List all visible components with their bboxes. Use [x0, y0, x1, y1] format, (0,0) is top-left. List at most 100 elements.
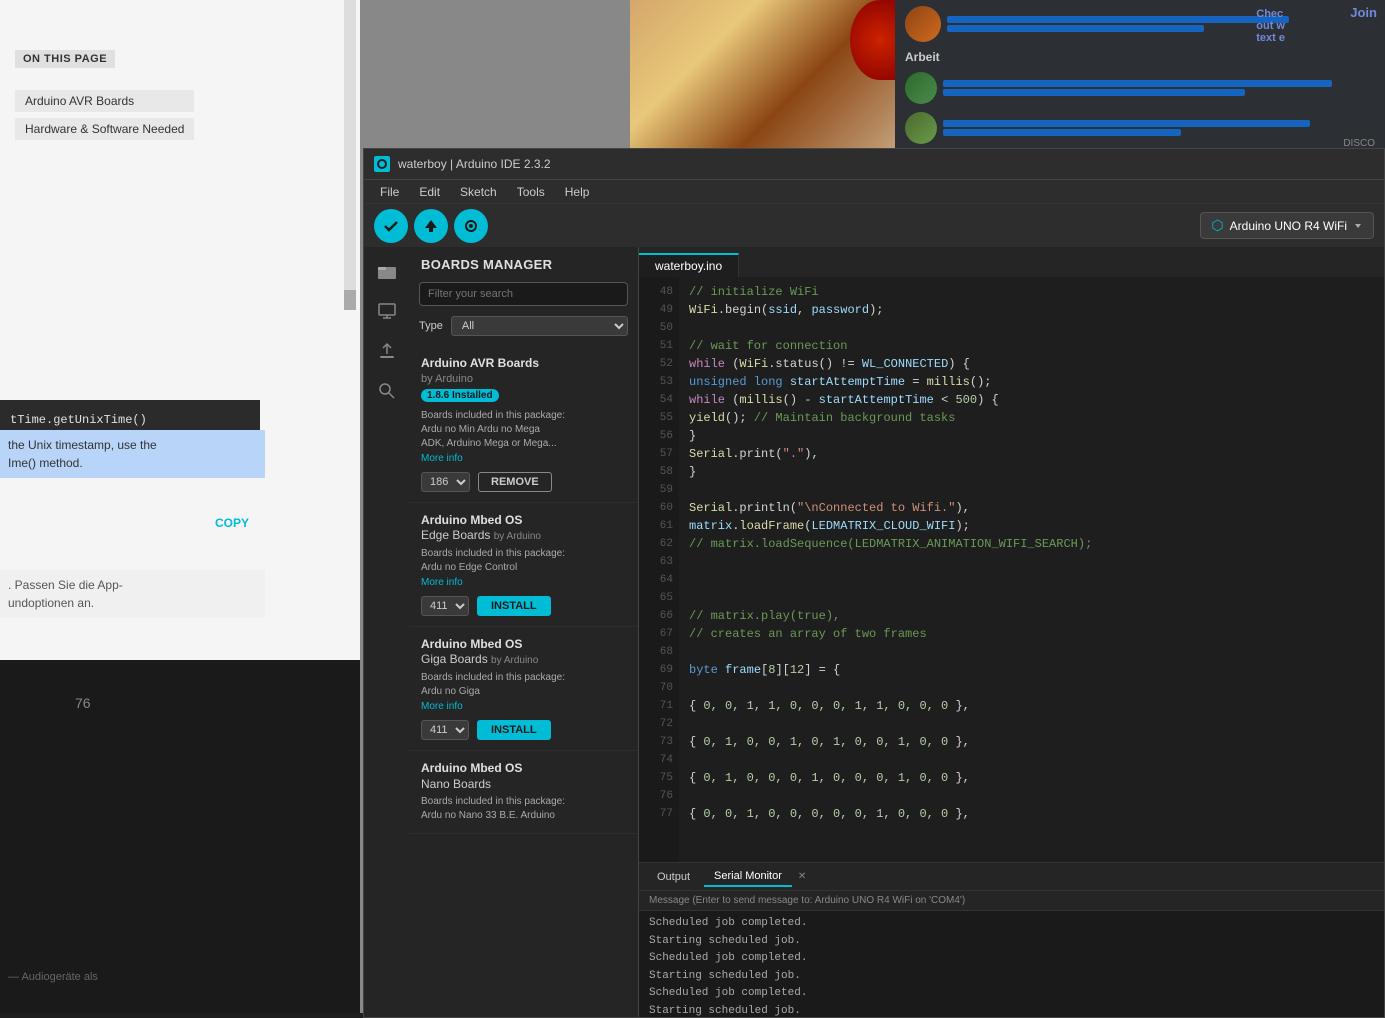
- code-line-54: while (millis() - startAttemptTime < 500…: [689, 391, 1374, 409]
- line-76: 76: [639, 787, 679, 805]
- output-line-2: Starting scheduled job.: [649, 933, 1374, 951]
- code-line-59: [689, 481, 1374, 499]
- board-edge-version[interactable]: 411: [421, 596, 469, 616]
- doc-description: the Unix timestamp, use theIme() method.: [0, 430, 265, 478]
- line-57: 57: [639, 445, 679, 463]
- code-editor[interactable]: // initialize WiFi WiFi.begin(ssid, pass…: [679, 277, 1384, 862]
- boards-search-input[interactable]: [419, 282, 628, 306]
- doc-nav: Arduino AVR Boards Hardware & Software N…: [15, 90, 194, 146]
- scrollbar-thumb[interactable]: [344, 290, 356, 310]
- bottom-counter: 76: [75, 695, 91, 711]
- editor-tabs: waterboy.ino: [639, 247, 1384, 277]
- code-line-58: }: [689, 463, 1374, 481]
- board-name: Arduino UNO R4 WiFi: [1230, 219, 1347, 233]
- line-62: 62: [639, 535, 679, 553]
- sidebar-folder-icon[interactable]: [371, 255, 403, 287]
- board-avr-desc: Boards included in this package:Ardu no …: [421, 409, 626, 451]
- chat-text-2: [943, 80, 1375, 96]
- doc-note-text: . Passen Sie die App-undoptionen an.: [8, 578, 123, 610]
- doc-nav-hardware[interactable]: Hardware & Software Needed: [15, 118, 194, 140]
- avatar-2: [905, 72, 937, 104]
- window-title: waterboy | Arduino IDE 2.3.2: [398, 157, 551, 171]
- debugger-button[interactable]: [454, 209, 488, 243]
- search-svg: [379, 383, 395, 399]
- line-48: 48: [639, 283, 679, 301]
- line-74: 74: [639, 751, 679, 769]
- join-subtext-lines: Chec out w text e: [1256, 8, 1285, 44]
- type-select[interactable]: All: [451, 316, 628, 336]
- output-content: Scheduled job completed. Starting schedu…: [639, 911, 1384, 1017]
- code-line-62: // matrix.loadSequence(LEDMATRIX_ANIMATI…: [689, 535, 1374, 553]
- doc-panel: ON THIS PAGE Arduino AVR Boards Hardware…: [0, 0, 360, 1013]
- verify-icon: [383, 218, 399, 234]
- line-55: 55: [639, 409, 679, 427]
- on-this-page-label: ON THIS PAGE: [15, 50, 115, 68]
- board-nano-name: Arduino Mbed OSNano Boards: [421, 761, 626, 792]
- sidebar-upload-icon[interactable]: [371, 335, 403, 367]
- discord-row-3: [895, 108, 1385, 148]
- board-avr-by: by Arduino: [421, 373, 626, 385]
- menu-file[interactable]: File: [372, 183, 407, 201]
- line-60: 60: [639, 499, 679, 517]
- code-line-57: Serial.print("."),: [689, 445, 1374, 463]
- board-giga-install-button[interactable]: INSTALL: [477, 720, 551, 740]
- board-edge-install-button[interactable]: INSTALL: [477, 596, 551, 616]
- line-72: 72: [639, 715, 679, 733]
- code-line-60: Serial.println("\nConnected to Wifi."),: [689, 499, 1374, 517]
- board-avr-remove-button[interactable]: REMOVE: [478, 472, 552, 492]
- verify-button[interactable]: [374, 209, 408, 243]
- join-line2: out w: [1256, 20, 1285, 32]
- dropdown-icon: [1353, 221, 1363, 231]
- doc-description-text: the Unix timestamp, use theIme() method.: [8, 438, 157, 470]
- menu-sketch[interactable]: Sketch: [452, 183, 505, 201]
- line-53: 53: [639, 373, 679, 391]
- editor-tab-waterboy[interactable]: waterboy.ino: [639, 253, 739, 277]
- line-61: 61: [639, 517, 679, 535]
- line-59: 59: [639, 481, 679, 499]
- app-icon: [374, 156, 390, 172]
- menu-edit[interactable]: Edit: [411, 183, 448, 201]
- join-line3: text e: [1256, 32, 1285, 44]
- monitor-svg: [378, 303, 396, 319]
- output-tab-serial[interactable]: Serial Monitor: [704, 867, 792, 887]
- code-line-75: { 0, 1, 0, 0, 0, 1, 0, 0, 0, 1, 0, 0 },: [689, 769, 1374, 787]
- line-65: 65: [639, 589, 679, 607]
- board-edge-controls: 411 INSTALL: [421, 596, 626, 616]
- code-line-66: // matrix.play(true),: [689, 607, 1374, 625]
- menu-help[interactable]: Help: [557, 183, 598, 201]
- sidebar-icons: [364, 247, 409, 1017]
- output-tab-output[interactable]: Output: [647, 868, 700, 886]
- line-58: 58: [639, 463, 679, 481]
- line-54: 54: [639, 391, 679, 409]
- discord-row-2: [895, 68, 1385, 108]
- upload-button[interactable]: [414, 209, 448, 243]
- scrollbar[interactable]: [344, 0, 356, 310]
- code-line-77: { 0, 0, 1, 0, 0, 0, 0, 0, 1, 0, 0, 0 },: [689, 805, 1374, 823]
- sidebar-search-icon[interactable]: [371, 375, 403, 407]
- code-line-55: yield(); // Maintain background tasks: [689, 409, 1374, 427]
- chat-line-2b: [943, 89, 1245, 96]
- discord-arbeit-header: Arbeit: [895, 48, 1385, 68]
- board-avr-more[interactable]: More info: [421, 453, 626, 464]
- board-avr-version[interactable]: 186: [421, 472, 470, 492]
- board-nano-desc: Boards included in this package:Ardu no …: [421, 795, 626, 823]
- board-icon: ⬡: [1211, 217, 1223, 234]
- board-selector[interactable]: ⬡ Arduino UNO R4 WiFi: [1200, 212, 1374, 239]
- code-line-71: { 0, 0, 1, 1, 0, 0, 0, 1, 1, 0, 0, 0 },: [689, 697, 1374, 715]
- chat-line-3a: [943, 120, 1310, 127]
- sidebar-monitor-icon[interactable]: [371, 295, 403, 327]
- avatar-1: [905, 6, 941, 42]
- boards-manager-title: BOARDS MANAGER: [409, 247, 638, 278]
- copy-button[interactable]: COPY: [215, 516, 249, 530]
- code-line-72: [689, 715, 1374, 733]
- app-icon-inner: [377, 159, 387, 169]
- board-edge-more[interactable]: More info: [421, 577, 626, 588]
- board-giga-version[interactable]: 411: [421, 720, 469, 740]
- board-giga-more[interactable]: More info: [421, 701, 626, 712]
- join-button[interactable]: Join: [1350, 5, 1377, 20]
- menu-tools[interactable]: Tools: [509, 183, 553, 201]
- close-serial-tab[interactable]: ✕: [798, 871, 806, 882]
- output-message-bar: Message (Enter to send message to: Ardui…: [639, 891, 1384, 911]
- board-item-edge: Arduino Mbed OSEdge Boards by Arduino Bo…: [409, 503, 638, 627]
- doc-nav-goals[interactable]: Arduino AVR Boards: [15, 90, 194, 112]
